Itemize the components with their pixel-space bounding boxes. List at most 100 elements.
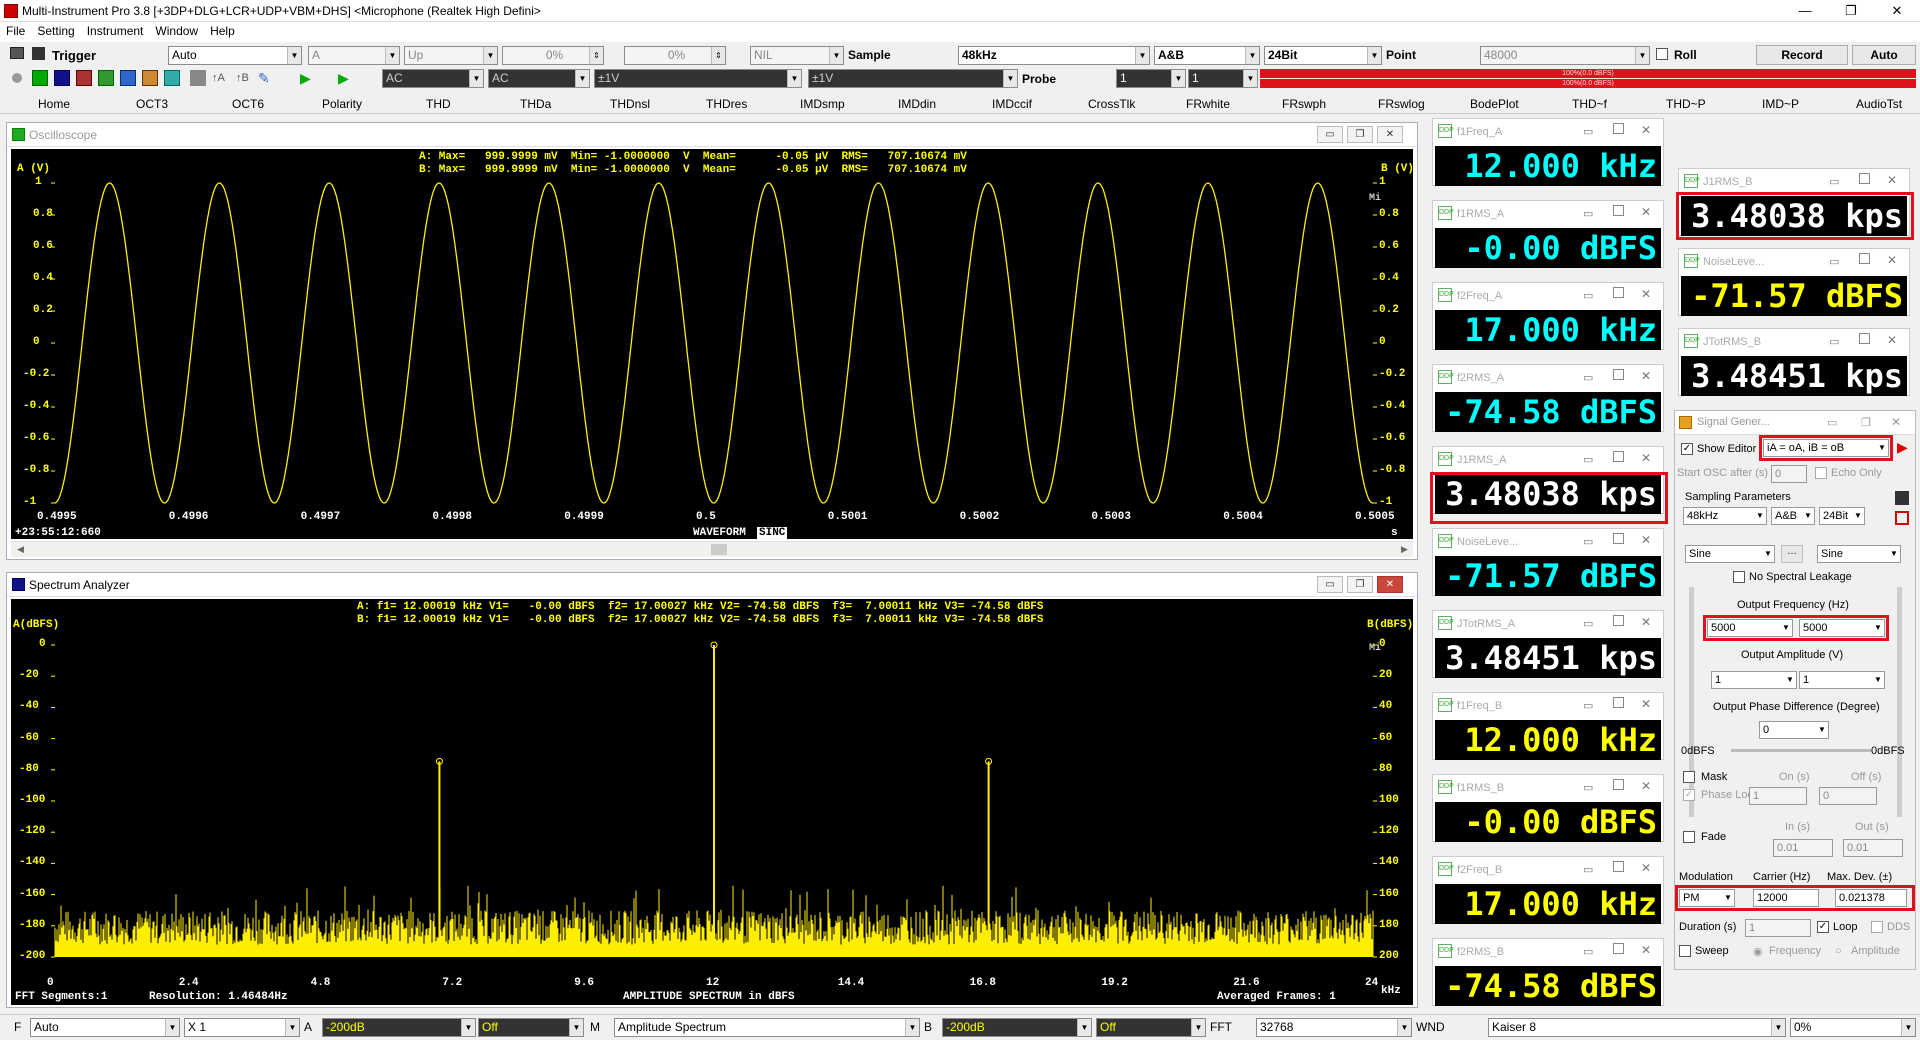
menu-window[interactable]: Window xyxy=(149,22,204,40)
tab-thda[interactable]: THDa xyxy=(520,97,551,111)
tab-imdccif[interactable]: IMDccif xyxy=(992,97,1032,111)
osc-maximize-button[interactable]: ❐ xyxy=(1347,126,1373,143)
meter-maximize-button[interactable] xyxy=(1613,779,1624,790)
sweep-amplitude-radio[interactable]: ○ xyxy=(1835,945,1842,957)
meter-close-button[interactable]: ✕ xyxy=(1887,173,1897,187)
tab-frwhite[interactable]: FRwhite xyxy=(1186,97,1230,111)
tab-oct6[interactable]: OCT6 xyxy=(232,97,264,111)
meter-minimize-button[interactable]: ▭ xyxy=(1583,453,1593,466)
meter-minimize-button[interactable]: ▭ xyxy=(1583,371,1593,384)
tab-bodeplot[interactable]: BodePlot xyxy=(1470,97,1519,111)
fade-in-input[interactable]: 0.01 xyxy=(1773,839,1833,857)
phase-icon[interactable] xyxy=(98,70,114,86)
tab-polarity[interactable]: Polarity xyxy=(322,97,362,111)
generator-icon[interactable] xyxy=(164,70,180,86)
calibrate-icon[interactable]: ✎ xyxy=(258,70,274,86)
auto-button[interactable]: Auto xyxy=(1852,45,1916,65)
phase-input[interactable]: 0 ▼ xyxy=(1759,721,1829,739)
mask-checkbox[interactable] xyxy=(1683,771,1695,783)
meter-maximize-button[interactable] xyxy=(1613,205,1624,216)
meter-maximize-button[interactable] xyxy=(1613,369,1624,380)
meter-maximize-button[interactable] xyxy=(1613,123,1624,134)
meter-minimize-button[interactable]: ▭ xyxy=(1583,535,1593,548)
meter-close-button[interactable]: ✕ xyxy=(1641,779,1651,793)
sweep-frequency-radio[interactable]: ◉ xyxy=(1753,945,1763,958)
tab-home[interactable]: Home xyxy=(38,97,70,111)
tab-frswlog[interactable]: FRswlog xyxy=(1378,97,1425,111)
meter-maximize-button[interactable] xyxy=(1613,615,1624,626)
amp-a-input[interactable]: 1 ▼ xyxy=(1711,671,1797,689)
status-fft-select[interactable]: 32768 ▼ xyxy=(1256,1018,1412,1037)
meter-close-button[interactable]: ✕ xyxy=(1641,287,1651,301)
trigger-hysteresis-input[interactable]: 0% ⇕ xyxy=(624,46,726,65)
play-icon[interactable]: ▶ xyxy=(300,70,316,86)
meter-maximize-button[interactable] xyxy=(1859,173,1870,184)
meter-minimize-button[interactable]: ▭ xyxy=(1583,289,1593,302)
mask-off-input[interactable]: 0 xyxy=(1819,787,1877,805)
level-slider-b[interactable] xyxy=(1897,587,1902,817)
trigger-slope-select[interactable]: Up ▼ xyxy=(404,46,498,65)
oscilloscope-plot[interactable]: A: Max= 999.9999 mV Min= -1.0000000 V Me… xyxy=(11,149,1414,539)
auto-b-icon[interactable]: ↑B xyxy=(236,70,252,86)
tab-thdnsl[interactable]: THDnsl xyxy=(610,97,650,111)
siggen-rate-select[interactable]: 48kHz ▼ xyxy=(1683,507,1767,525)
spectrum-icon[interactable] xyxy=(54,70,70,86)
fade-out-input[interactable]: 0.01 xyxy=(1843,839,1903,857)
status-b-range-select[interactable]: -200dB ▼ xyxy=(942,1018,1092,1037)
siggen-channel-select[interactable]: A&B ▼ xyxy=(1771,507,1815,525)
amp-b-input[interactable]: 1 ▼ xyxy=(1799,671,1885,689)
tab-frswph[interactable]: FRswph xyxy=(1282,97,1326,111)
meter-maximize-button[interactable] xyxy=(1859,333,1870,344)
meter-close-button[interactable]: ✕ xyxy=(1641,369,1651,383)
tab-audiotst[interactable]: AudioTst xyxy=(1856,97,1902,111)
save-icon[interactable] xyxy=(32,47,45,60)
minimize-button[interactable]: — xyxy=(1782,0,1828,22)
dds-icon[interactable] xyxy=(142,70,158,86)
status-window-select[interactable]: Kaiser 8 ▼ xyxy=(1488,1018,1786,1037)
menu-file[interactable]: File xyxy=(0,22,31,40)
mask-on-input[interactable]: 1 xyxy=(1749,787,1807,805)
record-dot-icon[interactable] xyxy=(12,73,22,83)
coupling-a-select[interactable]: AC ▼ xyxy=(382,69,484,88)
record-button[interactable]: Record xyxy=(1756,45,1848,65)
meter-minimize-button[interactable]: ▭ xyxy=(1583,781,1593,794)
waveform-edit-button[interactable]: … xyxy=(1781,545,1803,563)
tab-imdsmp[interactable]: IMDsmp xyxy=(800,97,845,111)
tab-oct3[interactable]: OCT3 xyxy=(136,97,168,111)
probe-a-select[interactable]: 1 ▼ xyxy=(1116,69,1186,88)
menu-setting[interactable]: Setting xyxy=(31,22,80,40)
play-alt-icon[interactable]: ▶ xyxy=(338,70,354,86)
spec-minimize-button[interactable]: ▭ xyxy=(1317,576,1343,593)
loop-checkbox[interactable]: ✓ xyxy=(1817,921,1829,933)
spec-close-button[interactable]: ✕ xyxy=(1377,576,1403,593)
osc-minimize-button[interactable]: ▭ xyxy=(1317,126,1343,143)
echo-only-checkbox[interactable] xyxy=(1815,467,1827,479)
meter-maximize-button[interactable] xyxy=(1613,861,1624,872)
status-overlap-select[interactable]: 0% ▼ xyxy=(1790,1018,1916,1037)
siggen-minimize-button[interactable]: ▭ xyxy=(1827,416,1837,429)
oscilloscope-icon[interactable] xyxy=(32,70,48,86)
siggen-open-icon[interactable] xyxy=(1895,511,1909,525)
tab-imd-p[interactable]: IMD~P xyxy=(1762,97,1799,111)
auto-a-icon[interactable]: ↑A xyxy=(212,70,228,86)
spec-maximize-button[interactable]: ❐ xyxy=(1347,576,1373,593)
meter-minimize-button[interactable]: ▭ xyxy=(1583,207,1593,220)
siggen-maximize-button[interactable]: ❐ xyxy=(1861,416,1871,429)
status-a-off-select[interactable]: Off ▼ xyxy=(478,1018,584,1037)
meter-close-button[interactable]: ✕ xyxy=(1641,205,1651,219)
meter-maximize-button[interactable] xyxy=(1613,287,1624,298)
phase-lock-checkbox[interactable]: ✓ xyxy=(1683,789,1695,801)
nil-select[interactable]: NIL ▼ xyxy=(750,46,844,65)
meter-minimize-button[interactable]: ▭ xyxy=(1583,617,1593,630)
range-a-select[interactable]: ±1V ▼ xyxy=(594,69,802,88)
meter-close-button[interactable]: ✕ xyxy=(1641,533,1651,547)
meter-maximize-button[interactable] xyxy=(1613,451,1624,462)
meter-maximize-button[interactable] xyxy=(1613,533,1624,544)
dds-checkbox[interactable] xyxy=(1871,921,1883,933)
bits-select[interactable]: 24Bit ▼ xyxy=(1264,46,1382,65)
status-a-range-select[interactable]: -200dB ▼ xyxy=(322,1018,476,1037)
meter-close-button[interactable]: ✕ xyxy=(1641,943,1651,957)
meter-close-button[interactable]: ✕ xyxy=(1887,333,1897,347)
sample-rate-select[interactable]: 48kHz ▼ xyxy=(958,46,1150,65)
channels-select[interactable]: A&B ▼ xyxy=(1154,46,1260,65)
